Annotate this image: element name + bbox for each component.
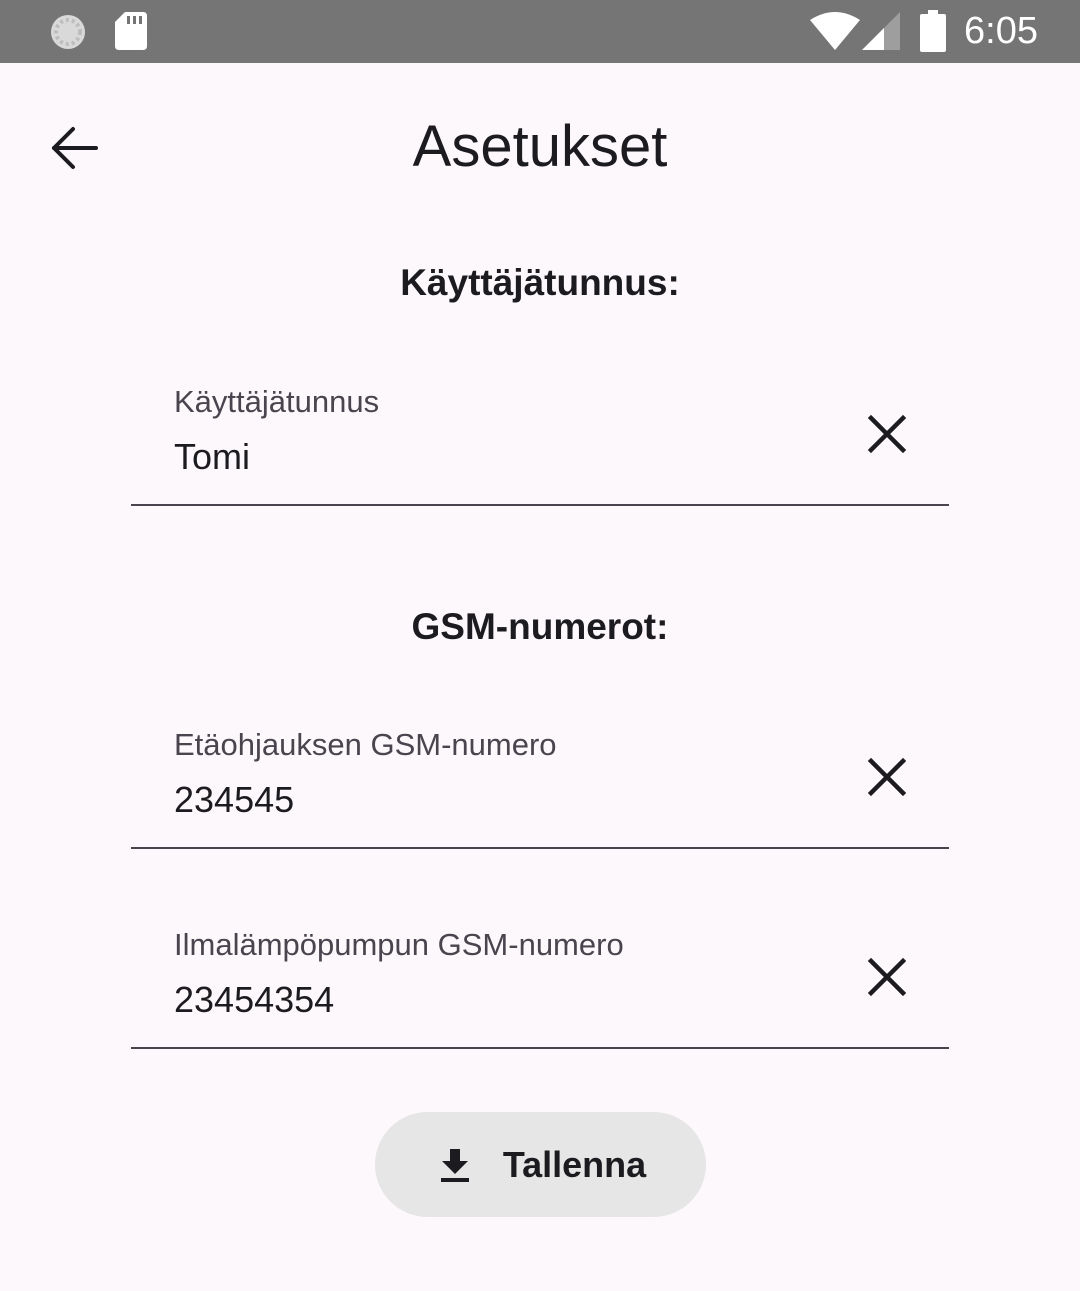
remote-control-gsm-label: Etäohjauksen GSM-numero [174,727,557,762]
wifi-icon [810,12,860,50]
username-field[interactable]: Käyttäjätunnus Tomi [131,366,949,506]
close-icon [867,957,907,997]
close-icon [867,757,907,797]
remote-control-gsm-field[interactable]: Etäohjauksen GSM-numero 234545 [131,709,949,849]
username-field-value[interactable]: Tomi [174,436,250,478]
username-field-label: Käyttäjätunnus [174,384,380,419]
battery-icon [920,10,946,52]
clear-remote-control-gsm-button[interactable] [863,753,911,801]
heat-pump-gsm-field[interactable]: Ilmalämpöpumpun GSM-numero 23454354 [131,909,949,1049]
save-button-label: Tallenna [502,1143,647,1185]
save-button[interactable]: Tallenna [375,1112,706,1217]
gsm-section-heading: GSM-numerot: [411,606,669,647]
heat-pump-gsm-value[interactable]: 23454354 [174,979,334,1021]
sync-icon [51,15,85,49]
username-section-heading: Käyttäjätunnus: [400,262,680,303]
clear-username-button[interactable] [863,410,911,458]
sd-card-icon [115,12,147,50]
clear-heat-pump-gsm-button[interactable] [863,953,911,1001]
close-icon [867,414,907,454]
status-bar: 6:05 [0,0,1080,63]
top-app-bar: Asetukset [0,63,1080,233]
status-time: 6:05 [964,10,1038,52]
signal-icon [862,12,900,50]
remote-control-gsm-value[interactable]: 234545 [174,779,294,821]
page-title: Asetukset [412,114,668,179]
download-icon [440,1148,469,1182]
heat-pump-gsm-label: Ilmalämpöpumpun GSM-numero [174,927,624,962]
